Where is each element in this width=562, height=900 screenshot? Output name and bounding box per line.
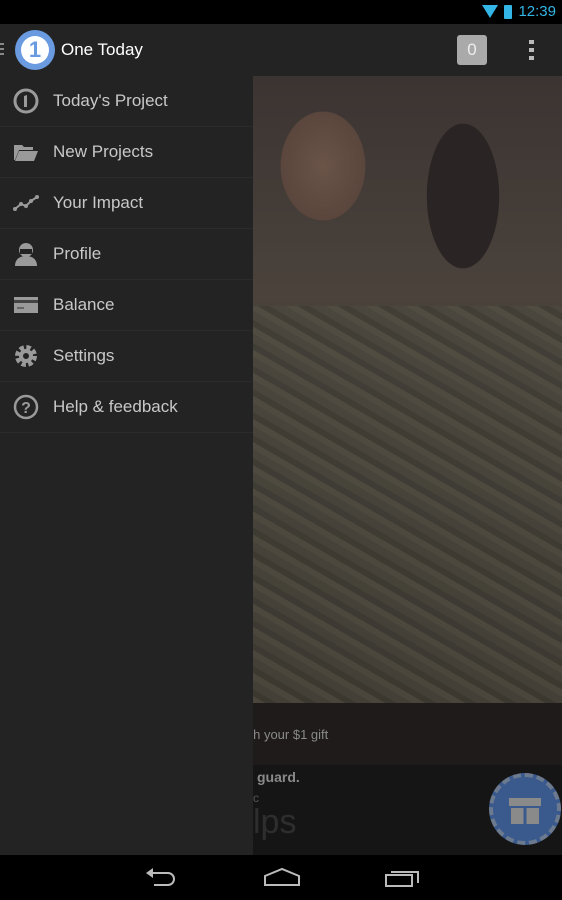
caption-banner: tch your $1 gift — [253, 703, 562, 765]
give-gift-button[interactable] — [489, 773, 561, 845]
svg-text:?: ? — [21, 400, 31, 417]
credit-card-icon — [13, 292, 39, 318]
system-nav-bar — [0, 855, 562, 900]
wifi-icon — [482, 5, 498, 18]
project-big-text: lps — [253, 803, 297, 841]
person-icon — [13, 241, 39, 267]
help-circle-icon: ? — [13, 394, 39, 420]
drawer-item-help-feedback[interactable]: ? Help & feedback — [0, 382, 253, 433]
drawer-item-balance[interactable]: Balance — [0, 280, 253, 331]
overflow-menu-icon[interactable] — [529, 40, 534, 60]
gear-icon — [13, 343, 39, 369]
app-logo[interactable]: 1 — [15, 30, 55, 70]
app-title: One Today — [61, 40, 143, 59]
one-circle-icon — [13, 88, 39, 114]
home-icon[interactable] — [262, 865, 302, 891]
drawer-item-profile[interactable]: Profile — [0, 229, 253, 280]
trend-line-icon — [13, 190, 39, 216]
clock: 12:39 — [518, 3, 556, 20]
drawer-item-new-projects[interactable]: New Projects — [0, 127, 253, 178]
drawer-item-todays-project[interactable]: Today's Project — [0, 76, 253, 127]
battery-icon — [504, 5, 512, 19]
status-bar: 12:39 — [0, 0, 562, 24]
folder-open-icon — [13, 139, 39, 165]
project-content: tch your $1 gift guard. c lps — [253, 76, 562, 855]
gift-icon — [509, 798, 541, 824]
action-bar: 1 One Today 0 — [0, 24, 562, 76]
drawer-toggle-icon[interactable] — [0, 43, 4, 55]
drawer-item-settings[interactable]: Settings — [0, 331, 253, 382]
project-headline: guard. — [257, 769, 300, 785]
gift-counter-button[interactable]: 0 — [457, 35, 487, 65]
back-icon[interactable] — [142, 865, 182, 891]
navigation-drawer: Today's Project New Projects Your Impact… — [0, 76, 253, 855]
drawer-item-your-impact[interactable]: Your Impact — [0, 178, 253, 229]
project-photo — [253, 76, 562, 703]
recent-apps-icon[interactable] — [383, 865, 423, 891]
